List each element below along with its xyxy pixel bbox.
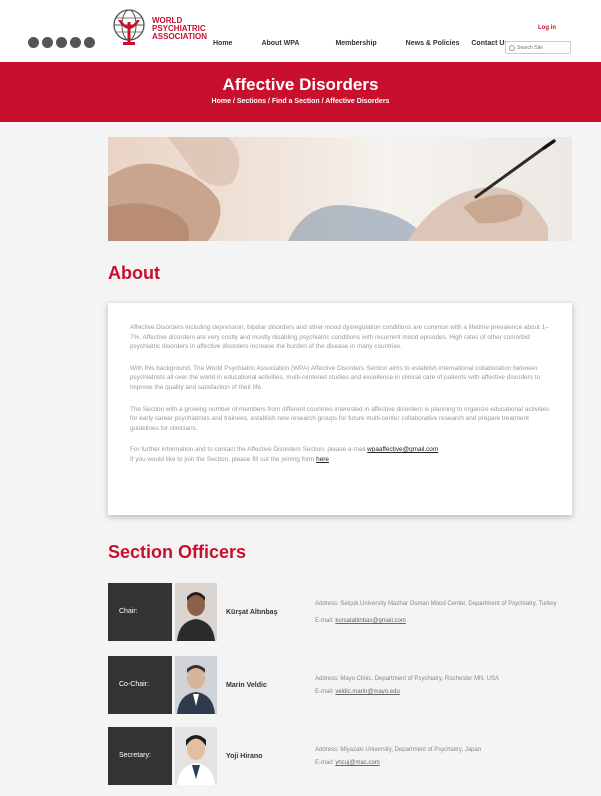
join-form-link[interactable]: here xyxy=(316,456,329,463)
officer-email-link[interactable]: veldic.marin@mayo.edu xyxy=(335,689,399,695)
instagram-icon[interactable] xyxy=(84,37,95,48)
page-title: Affective Disorders xyxy=(222,75,379,94)
officer-card-secretary: Secretary: Yoji Hirano Address: Miyazaki… xyxy=(108,727,578,785)
officer-email: E-mail: yhcuj@mac.com xyxy=(315,760,380,766)
nav-about-wpa[interactable]: About WPA xyxy=(261,40,299,47)
officer-address: Address: Miyazaki University, Department… xyxy=(315,747,482,753)
officer-card-co-chair: Co-Chair: Marin Veldic Address: Mayo Cli… xyxy=(108,656,578,714)
login-link[interactable]: Log in xyxy=(538,25,556,31)
officer-name: Marin Veldic xyxy=(226,682,267,689)
about-card: Affective Disorders including depression… xyxy=(108,303,572,515)
nav-home[interactable]: Home xyxy=(213,40,232,47)
officer-email: E-mail: kursataltinbas@gmail.com xyxy=(315,618,406,624)
officer-name: Kürşat Altınbaş xyxy=(226,609,278,616)
twitter-icon[interactable] xyxy=(56,37,67,48)
portrait-image xyxy=(175,656,217,714)
page-banner: Affective Disorders Home / Sections / Fi… xyxy=(0,62,601,122)
hands-with-pen-illustration xyxy=(108,137,556,241)
officer-email-link[interactable]: kursataltinbas@gmail.com xyxy=(335,618,405,624)
section-email-link[interactable]: wpaaffective@gmail.com xyxy=(367,446,438,453)
social-links xyxy=(28,37,95,48)
main-nav: Home About WPA Membership News & Policie… xyxy=(213,40,537,47)
officer-email: E-mail: veldic.marin@mayo.edu xyxy=(315,689,400,695)
officer-role: Secretary: xyxy=(108,727,172,785)
section-officers-heading: Section Officers xyxy=(108,542,247,562)
linkedin-icon[interactable] xyxy=(28,37,39,48)
officer-photo xyxy=(175,656,217,714)
site-header: WORLD PSYCHIATRIC ASSOCIATION Home About… xyxy=(0,0,601,62)
portrait-image xyxy=(175,727,217,785)
officer-name: Yoji Hirano xyxy=(226,753,263,760)
about-paragraph-3: The Section with a growing number of mem… xyxy=(130,405,550,432)
nav-contact-us[interactable]: Contact Us xyxy=(471,40,508,47)
officer-role: Chair: xyxy=(108,583,172,641)
officer-address: Address: Selçuk University Mazhar Osman … xyxy=(315,601,557,607)
officer-photo xyxy=(175,727,217,785)
nav-news-policies[interactable]: News & Policies xyxy=(406,40,460,47)
breadcrumb: Home / Sections / Find a Section / Affec… xyxy=(211,98,390,105)
nav-membership[interactable]: Membership xyxy=(335,40,376,47)
search-box xyxy=(505,41,571,54)
about-paragraph-4: For further information and to contact t… xyxy=(130,446,439,463)
facebook-icon[interactable] xyxy=(42,37,53,48)
portrait-image xyxy=(175,583,217,641)
youtube-icon[interactable] xyxy=(70,37,81,48)
officer-address: Address: Mayo Clinic, Department of Psyc… xyxy=(315,676,499,682)
logo-text: WORLD PSYCHIATRIC ASSOCIATION xyxy=(152,16,207,41)
hero-image xyxy=(108,137,572,241)
about-heading: About xyxy=(108,263,160,283)
wpa-logo[interactable]: WORLD PSYCHIATRIC ASSOCIATION xyxy=(110,8,207,50)
officer-photo xyxy=(175,583,217,641)
search-icon xyxy=(509,44,515,51)
about-paragraph-1: Affective Disorders including depression… xyxy=(130,324,549,351)
search-input[interactable] xyxy=(517,44,569,51)
about-paragraph-2: With this background, The World Psychiat… xyxy=(130,364,541,391)
officer-role: Co-Chair: xyxy=(108,656,172,714)
officer-card-chair: Chair: Kürşat Altınbaş Address: Selçuk U… xyxy=(108,583,578,641)
globe-logo-icon xyxy=(113,9,145,45)
officer-email-link[interactable]: yhcuj@mac.com xyxy=(335,760,379,766)
